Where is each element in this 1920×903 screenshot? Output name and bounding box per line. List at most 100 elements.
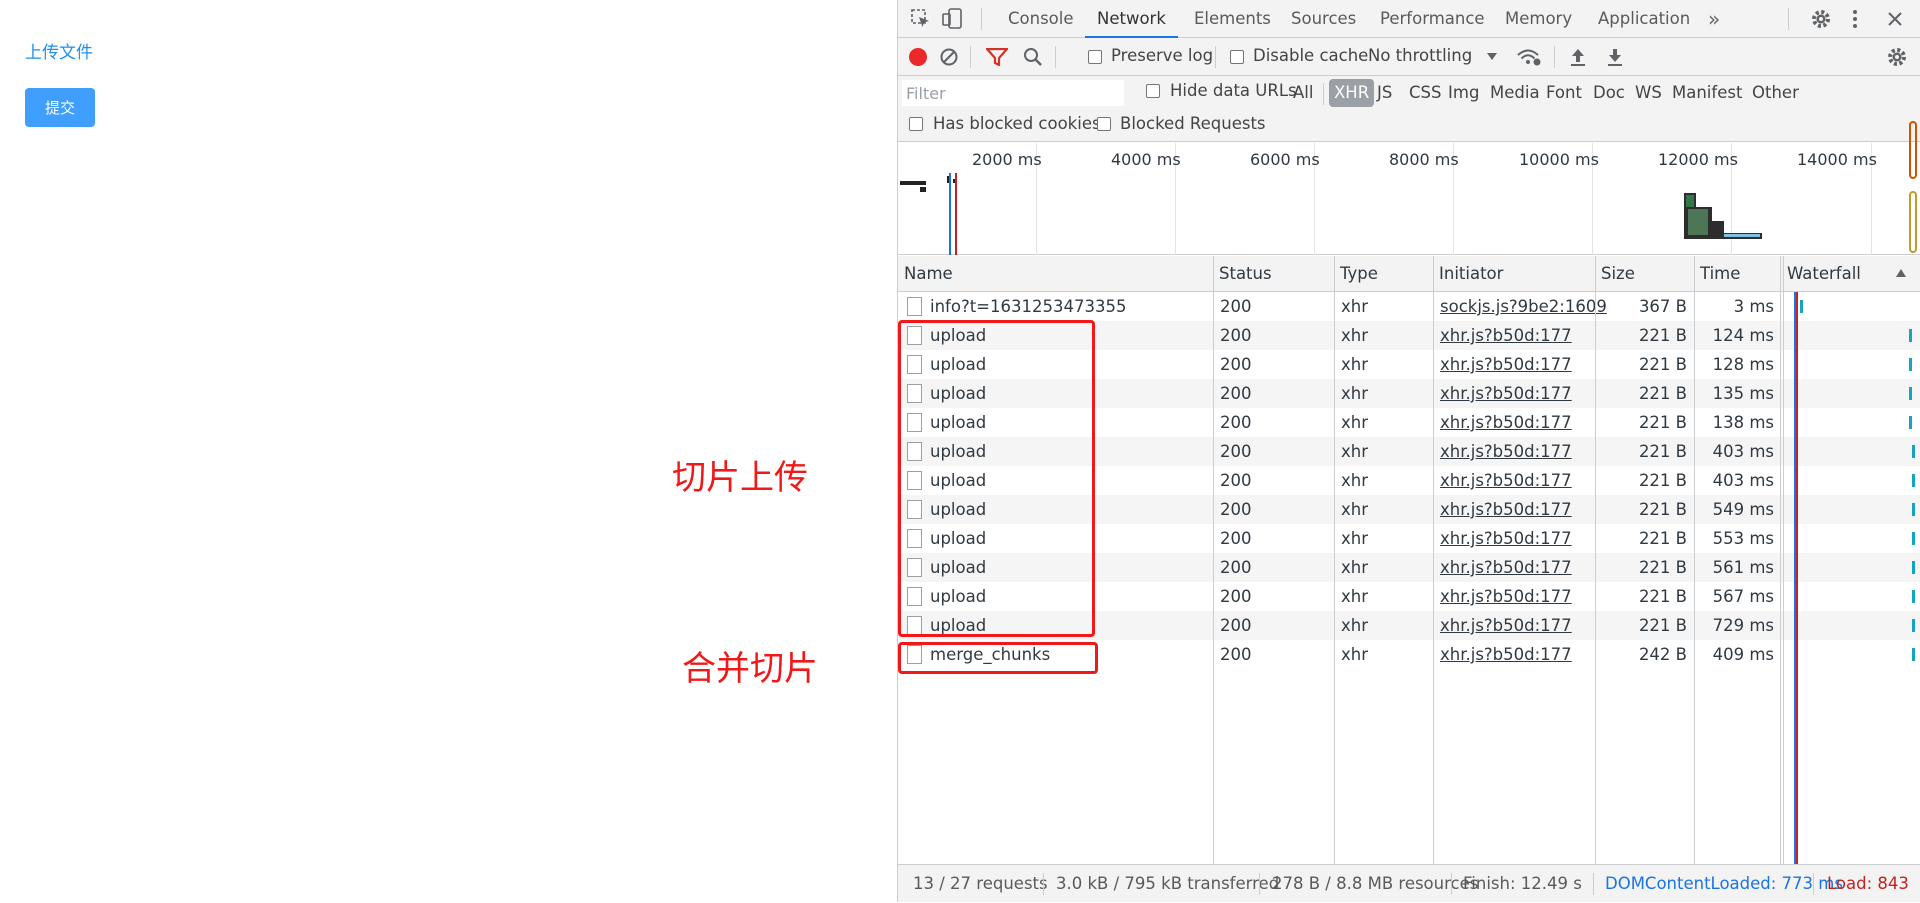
cell-time: 549 ms [1712, 500, 1774, 519]
kebab-menu-icon[interactable] [1850, 8, 1860, 30]
waterfall-bar [1909, 416, 1912, 429]
chevron-down-icon[interactable] [1486, 52, 1498, 62]
filter-type-xhr[interactable]: XHR [1329, 79, 1375, 107]
cell-initiator-link[interactable]: xhr.js?b50d:177 [1440, 350, 1572, 379]
filter-type-img[interactable]: Img [1448, 83, 1479, 102]
tab-console[interactable]: Console [1008, 0, 1074, 38]
status-transferred: 3.0 kB / 795 kB transferred [1056, 874, 1280, 893]
overview-activity-mark [900, 181, 926, 185]
filter-type-font[interactable]: Font [1546, 83, 1582, 102]
device-toolbar-icon[interactable] [942, 8, 964, 30]
column-header-type[interactable]: Type [1334, 256, 1378, 292]
tab-performance[interactable]: Performance [1380, 0, 1485, 38]
annotation-box-upload-slices [898, 320, 1095, 637]
filter-type-doc[interactable]: Doc [1593, 83, 1625, 102]
cell-status: 200 [1220, 297, 1252, 316]
column-header-time[interactable]: Time [1694, 256, 1740, 292]
cell-initiator-link[interactable]: xhr.js?b50d:177 [1440, 611, 1572, 640]
network-settings-gear-icon[interactable] [1886, 46, 1908, 68]
cell-initiator-link[interactable]: xhr.js?b50d:177 [1440, 553, 1572, 582]
overview-scroll-handle[interactable] [1909, 191, 1917, 253]
waterfall-bar [1912, 503, 1915, 516]
cell-time: 138 ms [1712, 413, 1774, 432]
import-har-icon[interactable] [1569, 47, 1587, 67]
cell-initiator-link[interactable]: sockjs.js?9be2:1609 [1440, 292, 1607, 321]
filter-type-other[interactable]: Other [1752, 83, 1799, 102]
cell-size: 221 B [1638, 326, 1687, 345]
disable-cache-checkbox[interactable] [1230, 50, 1244, 64]
inspect-element-icon[interactable] [911, 9, 931, 29]
tab-memory[interactable]: Memory [1505, 0, 1572, 38]
cell-time: 567 ms [1712, 587, 1774, 606]
filter-type-media[interactable]: Media [1490, 83, 1540, 102]
throttling-select[interactable]: No throttling [1368, 46, 1472, 65]
cell-initiator-link[interactable]: xhr.js?b50d:177 [1440, 582, 1572, 611]
filter-type-js[interactable]: JS [1377, 83, 1392, 102]
column-header-name[interactable]: Name [898, 256, 953, 292]
waterfall-bar [1909, 358, 1912, 371]
search-icon[interactable] [1023, 47, 1043, 67]
export-har-icon[interactable] [1606, 47, 1624, 67]
status-dom-content-loaded: DOMContentLoaded: 773 ms [1605, 874, 1843, 893]
cell-status: 200 [1220, 587, 1252, 606]
cell-initiator-link[interactable]: xhr.js?b50d:177 [1440, 640, 1572, 669]
cell-type: xhr [1341, 558, 1369, 577]
filter-input[interactable] [902, 80, 1124, 106]
cell-type: xhr [1341, 645, 1369, 664]
overview-tick: 2000 ms [972, 150, 1042, 169]
waterfall-bar [1909, 387, 1912, 400]
column-header-status[interactable]: Status [1213, 256, 1272, 292]
more-tabs-icon[interactable]: » [1708, 0, 1720, 38]
cell-size: 221 B [1638, 587, 1687, 606]
tab-elements[interactable]: Elements [1194, 0, 1271, 38]
tab-sources[interactable]: Sources [1291, 0, 1356, 38]
filter-type-css[interactable]: CSS [1409, 83, 1441, 102]
cell-time: 729 ms [1712, 616, 1774, 635]
cell-initiator-link[interactable]: xhr.js?b50d:177 [1440, 379, 1572, 408]
column-header-size[interactable]: Size [1595, 256, 1635, 292]
cell-type: xhr [1341, 297, 1369, 316]
filter-type-manifest[interactable]: Manifest [1672, 83, 1742, 102]
cell-initiator-link[interactable]: xhr.js?b50d:177 [1440, 437, 1572, 466]
cell-size: 221 B [1638, 471, 1687, 490]
submit-button[interactable]: 提交 [25, 88, 95, 127]
overview-scroll-handle[interactable] [1909, 121, 1917, 179]
cell-size: 221 B [1638, 413, 1687, 432]
table-row[interactable]: info?t=1631253473355 200 xhr sockjs.js?9be2… [898, 292, 1920, 321]
network-toolbar: Preserve log Disable cache No throttling [898, 38, 1920, 76]
column-header-waterfall[interactable]: Waterfall [1781, 256, 1861, 292]
cell-initiator-link[interactable]: xhr.js?b50d:177 [1440, 495, 1572, 524]
filter-type-all[interactable]: All [1293, 83, 1313, 102]
cell-name: info?t=1631253473355 [930, 297, 1127, 316]
filter-funnel-icon[interactable] [986, 48, 1008, 66]
network-conditions-icon[interactable] [1516, 47, 1542, 67]
overview-tick: 8000 ms [1389, 150, 1459, 169]
filter-type-ws[interactable]: WS [1635, 83, 1662, 102]
clear-icon[interactable] [939, 47, 959, 67]
cell-time: 3 ms [1733, 297, 1774, 316]
preserve-log-checkbox[interactable] [1088, 50, 1102, 64]
waterfall-bar [1909, 329, 1912, 342]
blocked-requests-label: Blocked Requests [1120, 114, 1266, 133]
cell-size: 221 B [1638, 558, 1687, 577]
overview-tick: 14000 ms [1797, 150, 1877, 169]
cell-initiator-link[interactable]: xhr.js?b50d:177 [1440, 466, 1572, 495]
filter-bar: Hide data URLs All XHR JS CSS Img Media … [898, 76, 1920, 110]
close-icon[interactable] [1886, 10, 1904, 28]
settings-gear-icon[interactable] [1810, 8, 1832, 30]
status-load: Load: 843 [1827, 874, 1909, 893]
cell-size: 221 B [1638, 616, 1687, 635]
column-header-initiator[interactable]: Initiator [1433, 256, 1503, 292]
tab-network[interactable]: Network [1085, 0, 1178, 38]
sort-ascending-icon[interactable] [1895, 268, 1907, 278]
upload-file-link[interactable]: 上传文件 [25, 38, 93, 63]
has-blocked-cookies-checkbox[interactable] [909, 117, 923, 131]
record-icon[interactable] [907, 46, 929, 68]
cell-initiator-link[interactable]: xhr.js?b50d:177 [1440, 408, 1572, 437]
tab-application[interactable]: Application [1598, 0, 1690, 38]
blocked-requests-checkbox[interactable] [1097, 117, 1111, 131]
hide-data-urls-checkbox[interactable] [1146, 84, 1160, 98]
cell-initiator-link[interactable]: xhr.js?b50d:177 [1440, 524, 1572, 553]
cell-initiator-link[interactable]: xhr.js?b50d:177 [1440, 321, 1572, 350]
network-overview-timeline[interactable]: 2000 ms 4000 ms 6000 ms 8000 ms 10000 ms… [898, 121, 1920, 255]
